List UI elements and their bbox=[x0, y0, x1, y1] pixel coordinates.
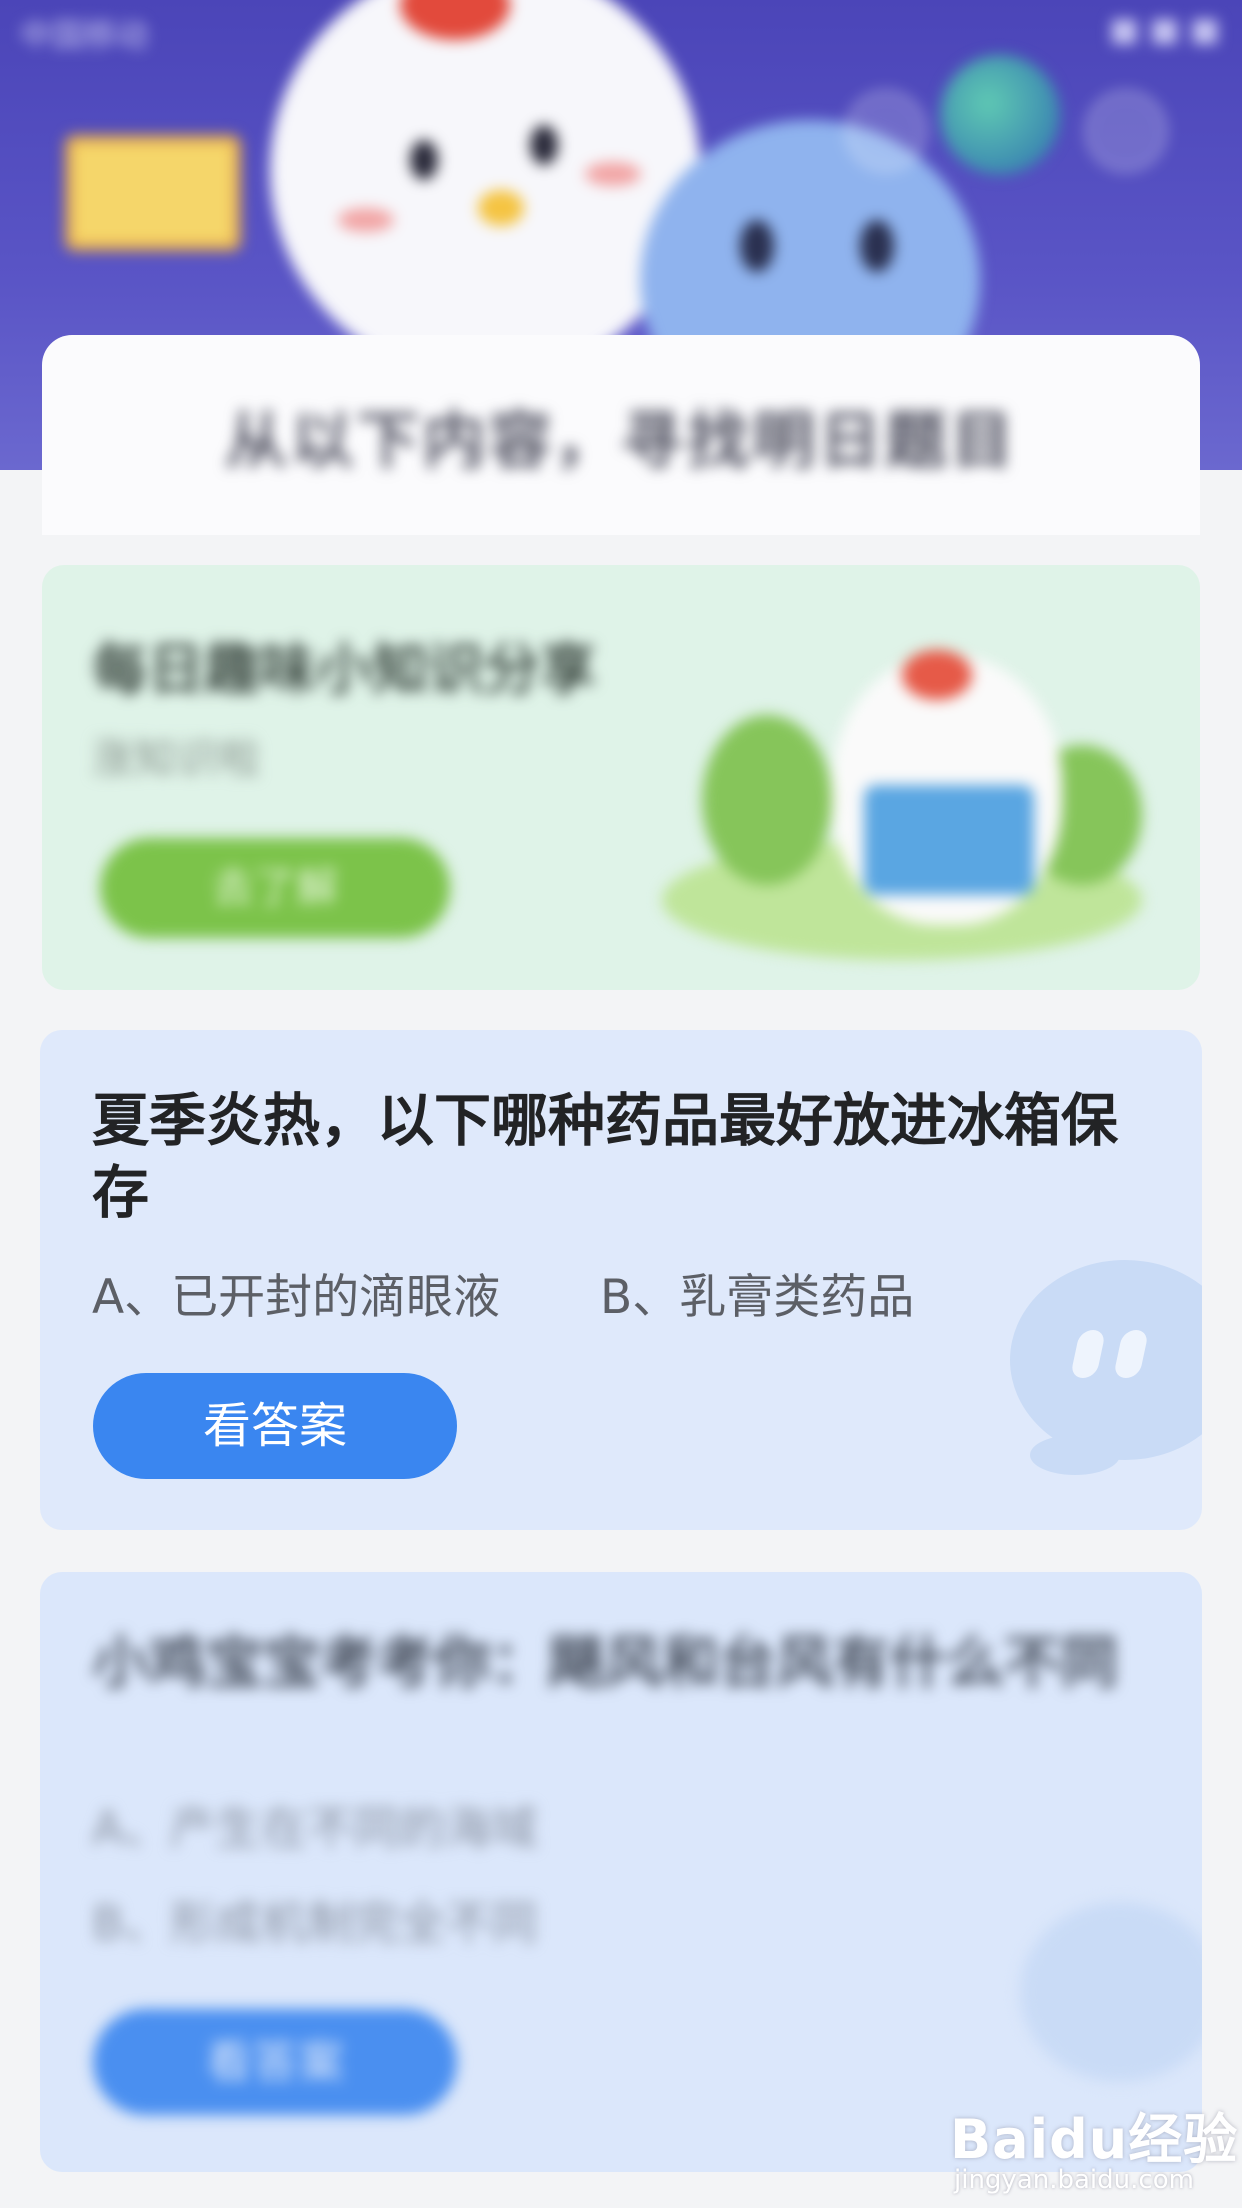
settings-icon[interactable] bbox=[1085, 90, 1167, 172]
chat-bubble-tail bbox=[1030, 1435, 1120, 1475]
view-answer-button[interactable]: 看答案 bbox=[93, 1373, 457, 1479]
question-2-option-b: B、形成机制完全不同 bbox=[92, 1896, 538, 1950]
learn-more-button[interactable]: 去了解 bbox=[100, 838, 450, 938]
share-icon[interactable] bbox=[845, 90, 927, 172]
chat-bubble-icon bbox=[1010, 1260, 1202, 1460]
option-a: A、已开封的滴眼液 bbox=[92, 1270, 501, 1325]
question-card: 夏季炎热，以下哪种药品最好放进冰箱保存 A、已开封的滴眼液 B、乳膏类药品 看答… bbox=[40, 1030, 1202, 1530]
globe-icon bbox=[940, 55, 1060, 175]
view-answer-button-2[interactable]: 看答案 bbox=[93, 2009, 457, 2115]
question-card-2: 小鸡宝宝考考你：飓风和台风有什么不同 A、产生在不同的海域 B、形成机制完全不同… bbox=[40, 1572, 1202, 2172]
knowledge-card-title: 每日趣味小知识分享 bbox=[92, 638, 596, 703]
reading-chick-comb bbox=[902, 650, 972, 700]
watermark-brand: Baidu经验 bbox=[950, 2108, 1239, 2171]
knowledge-card[interactable]: 每日趣味小知识分享 涨知识啦 去了解 bbox=[42, 565, 1200, 990]
status-indicators: ■ ■ ■ bbox=[1108, 10, 1220, 48]
chick-cheek-right bbox=[585, 162, 641, 186]
chick-eye-right bbox=[530, 125, 558, 165]
question-card-2-content: 小鸡宝宝考考你：飓风和台风有什么不同 A、产生在不同的海域 B、形成机制完全不同… bbox=[40, 1572, 1202, 2172]
chick-cheek-left bbox=[338, 208, 394, 232]
chick-mascot bbox=[270, 0, 700, 380]
question-2-text: 小鸡宝宝考考你：飓风和台风有什么不同 bbox=[92, 1630, 1118, 1696]
chat-bubble-icon-2 bbox=[1020, 1902, 1202, 2082]
page-title: 从以下内容，寻找明日题目 bbox=[224, 404, 1017, 477]
blue-mascot-eye-right bbox=[860, 220, 894, 272]
chick-eye-left bbox=[410, 140, 438, 180]
knowledge-card-subtitle: 涨知识啦 bbox=[92, 734, 261, 783]
knowledge-card-content: 每日趣味小知识分享 涨知识啦 去了解 bbox=[42, 565, 1200, 990]
question-text: 夏季炎热，以下哪种药品最好放进冰箱保存 bbox=[92, 1088, 1118, 1226]
chick-beak bbox=[478, 190, 524, 226]
baidu-jingyan-watermark: Baidu经验 jingyan.baidu.com bbox=[950, 2095, 1240, 2205]
bush-left bbox=[702, 715, 832, 885]
lightbulb-sign-icon bbox=[65, 135, 241, 251]
option-b: B、乳膏类药品 bbox=[600, 1270, 915, 1325]
blue-mascot-eye-left bbox=[740, 220, 774, 272]
carrier-label: 中国移动 bbox=[20, 16, 149, 54]
watermark-url: jingyan.baidu.com bbox=[954, 2165, 1194, 2195]
book-icon bbox=[864, 785, 1034, 895]
question-2-option-a: A、产生在不同的海域 bbox=[92, 1801, 538, 1855]
